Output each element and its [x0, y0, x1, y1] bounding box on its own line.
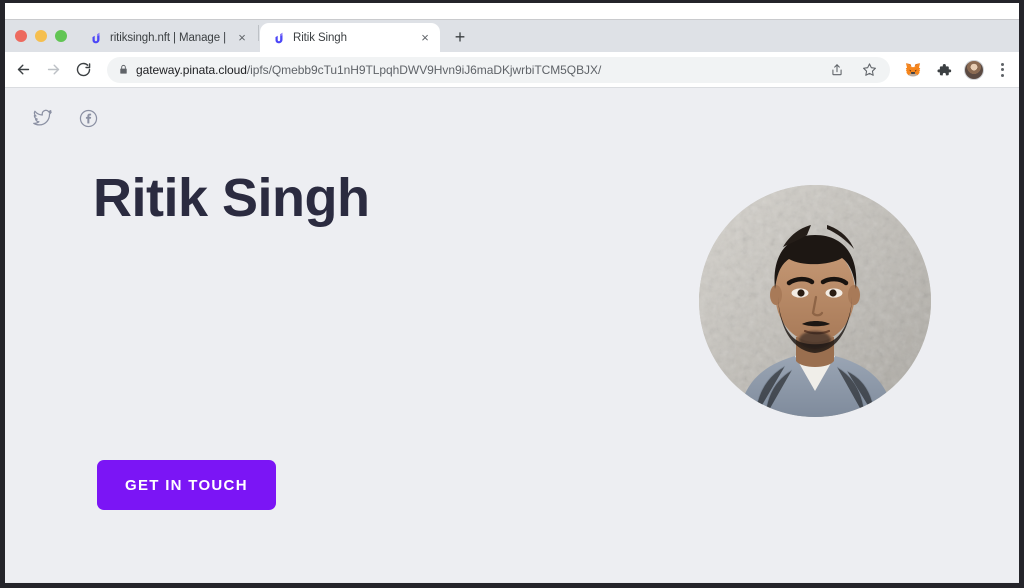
maximize-window-button[interactable]: [55, 30, 67, 42]
back-arrow-icon[interactable]: [9, 56, 37, 84]
address-bar[interactable]: gateway.pinata.cloud/ipfs/Qmebb9cTu1nH9T…: [107, 56, 890, 83]
browser-tab-ritik-singh[interactable]: Ritik Singh ×: [260, 23, 440, 52]
new-tab-button[interactable]: +: [446, 23, 474, 51]
three-dot-menu-icon[interactable]: [993, 59, 1011, 81]
share-icon[interactable]: [826, 59, 848, 81]
star-icon[interactable]: [858, 59, 880, 81]
metamask-fox-icon[interactable]: [902, 59, 924, 81]
browser-window: ritiksingh.nft | Manage | Unstop × Ritik…: [5, 3, 1019, 583]
close-window-button[interactable]: [15, 30, 27, 42]
browser-toolbar: gateway.pinata.cloud/ipfs/Qmebb9cTu1nH9T…: [5, 52, 1019, 88]
forward-arrow-icon: [39, 56, 67, 84]
unstoppable-domains-u-icon: [271, 30, 286, 45]
screenshot-frame: ritiksingh.nft | Manage | Unstop × Ritik…: [0, 0, 1024, 588]
unstoppable-domains-u-icon: [88, 30, 103, 45]
reload-icon[interactable]: [69, 56, 97, 84]
close-tab-button[interactable]: ×: [235, 31, 249, 45]
close-tab-button[interactable]: ×: [418, 31, 432, 45]
get-in-touch-button[interactable]: GET IN TOUCH: [97, 460, 276, 510]
extension-toolbar: [898, 59, 1011, 81]
address-bar-url: gateway.pinata.cloud/ipfs/Qmebb9cTu1nH9T…: [136, 63, 819, 77]
url-path: /ipfs/Qmebb9cTu1nH9TLpqhDWV9Hvn9iJ6maDKj…: [246, 62, 602, 77]
profile-photo: [699, 185, 931, 417]
extensions-puzzle-icon[interactable]: [933, 59, 955, 81]
window-top-strip: [5, 3, 1019, 20]
profile-avatar[interactable]: [964, 59, 984, 80]
omnibox-actions: [826, 59, 880, 81]
minimize-window-button[interactable]: [35, 30, 47, 42]
tab-strip: ritiksingh.nft | Manage | Unstop × Ritik…: [5, 20, 1019, 52]
tab-title: ritiksingh.nft | Manage | Unstop: [110, 31, 228, 44]
url-host: gateway.pinata.cloud: [136, 62, 247, 77]
browser-tab-ritiksingh-nft[interactable]: ritiksingh.nft | Manage | Unstop ×: [77, 23, 257, 52]
window-controls: [13, 20, 77, 52]
lock-icon: [118, 64, 129, 75]
page-viewport: Ritik Singh GET IN TOUCH: [5, 88, 1019, 582]
tab-divider: [258, 24, 259, 41]
tab-title: Ritik Singh: [293, 31, 347, 44]
